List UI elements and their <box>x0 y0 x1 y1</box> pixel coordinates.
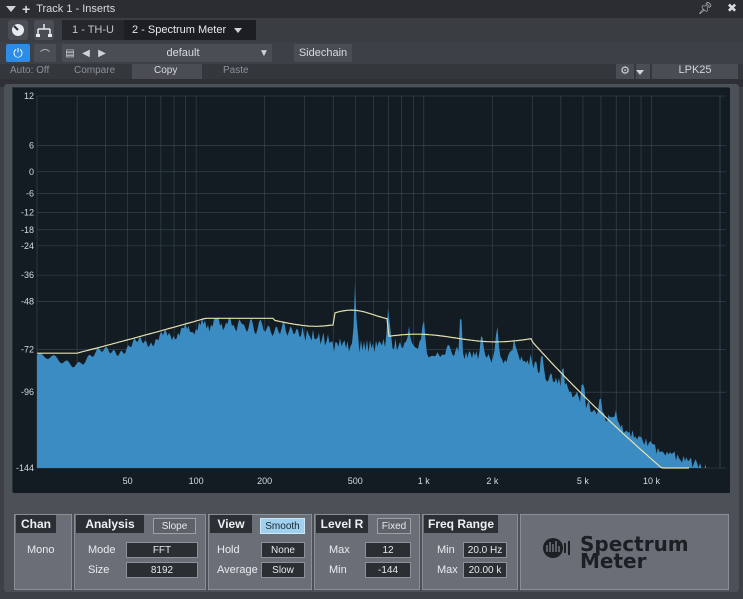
freq-min-label: Min <box>437 544 455 556</box>
y-tick-label: -18 <box>21 225 34 235</box>
average-label: Average <box>217 564 258 576</box>
x-tick-label: 10 k <box>643 476 661 486</box>
insert-slot-1[interactable]: 1 - TH-U <box>62 20 124 40</box>
y-tick-label: -6 <box>26 189 34 199</box>
title-bar: + Track 1 - Inserts 📌︎ ✖ <box>0 0 743 18</box>
chevron-down-icon[interactable] <box>636 64 650 79</box>
y-tick-label: 12 <box>24 91 34 101</box>
freq-range-title: Freq Range <box>424 515 498 533</box>
y-tick-label: 6 <box>29 140 34 150</box>
x-tick-label: 5 k <box>577 476 590 486</box>
y-tick-label: -24 <box>21 241 34 251</box>
routing-button[interactable] <box>34 20 54 40</box>
bypass-knob-button[interactable] <box>8 20 28 40</box>
slope-toggle[interactable]: Slope <box>153 518 196 534</box>
knob-icon <box>12 24 24 36</box>
compare-button[interactable]: Compare <box>74 65 115 76</box>
y-tick-label: -96 <box>21 387 34 397</box>
level-min-label: Min <box>329 564 347 576</box>
copy-button[interactable]: Copy <box>154 65 177 76</box>
fixed-toggle[interactable]: Fixed <box>377 518 411 534</box>
power-button[interactable]: ⏻ <box>6 44 30 62</box>
routing-icon <box>36 24 52 37</box>
mode-select[interactable]: FFT <box>126 542 198 558</box>
x-tick-label: 1 k <box>418 476 431 486</box>
y-tick-label: -36 <box>21 270 34 280</box>
level-max-field[interactable]: 12 <box>365 542 411 558</box>
gear-icon[interactable]: ⚙ <box>616 64 634 79</box>
level-min-field[interactable]: -144 <box>365 562 411 578</box>
view-title: View <box>210 515 252 533</box>
y-tick-label: 0 <box>29 167 34 177</box>
automation-row: Auto: Off Compare Copy Paste ⚙ LPK25 <box>0 64 743 79</box>
x-axis-labels: 50 100 200 500 1 k 2 k 5 k 10 k <box>123 476 661 486</box>
automation-icon: ⌒ <box>40 49 50 61</box>
freq-min-field[interactable]: 20.0 Hz <box>463 542 507 558</box>
level-title: Level R <box>316 515 368 533</box>
next-preset-icon[interactable]: ▶ <box>94 48 110 59</box>
collapse-icon[interactable] <box>6 6 16 12</box>
power-icon: ⏻ <box>13 45 23 60</box>
chevron-down-icon <box>234 27 243 33</box>
preset-selector[interactable]: ▤ ◀ ▶ default ▼ <box>62 44 272 62</box>
spectrum-svg: 12 6 0 -6 -12 -18 -24 -36 -48 -72 -96 -144 50 100 200… <box>13 88 730 493</box>
presonus-logo-icon <box>543 538 570 558</box>
window-title: Track 1 - Inserts <box>36 3 116 15</box>
x-tick-label: 100 <box>189 476 204 486</box>
chevron-down-icon[interactable]: ▼ <box>256 48 272 59</box>
freq-max-field[interactable]: 20.00 k <box>463 562 507 578</box>
x-tick-label: 500 <box>348 476 363 486</box>
preset-name: default <box>166 47 200 59</box>
size-select[interactable]: 8192 <box>126 562 198 578</box>
y-tick-label: -12 <box>21 208 34 218</box>
hold-label: Hold <box>217 544 240 556</box>
y-tick-label: -144 <box>16 463 34 473</box>
prev-preset-icon[interactable]: ◀ <box>78 48 94 59</box>
add-insert-icon[interactable]: + <box>22 2 30 16</box>
x-tick-label: 200 <box>257 476 272 486</box>
freq-max-label: Max <box>437 564 458 576</box>
auto-mode-label[interactable]: Auto: Off <box>10 65 49 76</box>
close-icon[interactable]: ✖ <box>727 1 737 15</box>
size-label: Size <box>88 564 110 576</box>
level-max-label: Max <box>329 544 350 556</box>
paste-button[interactable]: Paste <box>223 65 249 76</box>
pin-icon[interactable]: 📌︎ <box>698 1 713 15</box>
smooth-toggle[interactable]: Smooth <box>260 518 305 534</box>
y-tick-label: -72 <box>21 344 34 354</box>
automation-button[interactable]: ⌒ <box>34 44 56 62</box>
spectrum-graph: 12 6 0 -6 -12 -18 -24 -36 -48 -72 -96 -144 50 100 200… <box>12 87 730 493</box>
x-tick-label: 50 <box>123 476 133 486</box>
sidechain-button[interactable]: Sidechain <box>294 44 352 62</box>
mode-label: Mode <box>88 544 116 556</box>
insert-slot-2-label: 2 - Spectrum Meter <box>132 24 227 36</box>
spectrum-fill <box>37 283 706 468</box>
preset-file-icon[interactable]: ▤ <box>62 48 78 59</box>
y-tick-label: -48 <box>21 297 34 307</box>
y-axis-labels: 12 6 0 -6 -12 -18 -24 -36 -48 -72 -96 -144 <box>16 91 34 473</box>
chan-value[interactable]: Mono <box>27 544 55 556</box>
average-select[interactable]: Slow <box>261 562 305 578</box>
hold-select[interactable]: None <box>261 542 305 558</box>
preset-row: ⏻ ⌒ ▤ ◀ ▶ default ▼ Sidechain <box>0 42 743 64</box>
insert-row: 1 - TH-U 2 - Spectrum Meter <box>0 18 743 42</box>
brand-name: Spectrum Meter <box>580 534 689 571</box>
x-tick-label: 2 k <box>486 476 499 486</box>
device-selector[interactable]: LPK25 <box>652 64 738 79</box>
analysis-title: Analysis <box>76 515 144 533</box>
insert-slot-2[interactable]: 2 - Spectrum Meter <box>124 20 256 40</box>
chan-title: Chan <box>16 515 56 533</box>
